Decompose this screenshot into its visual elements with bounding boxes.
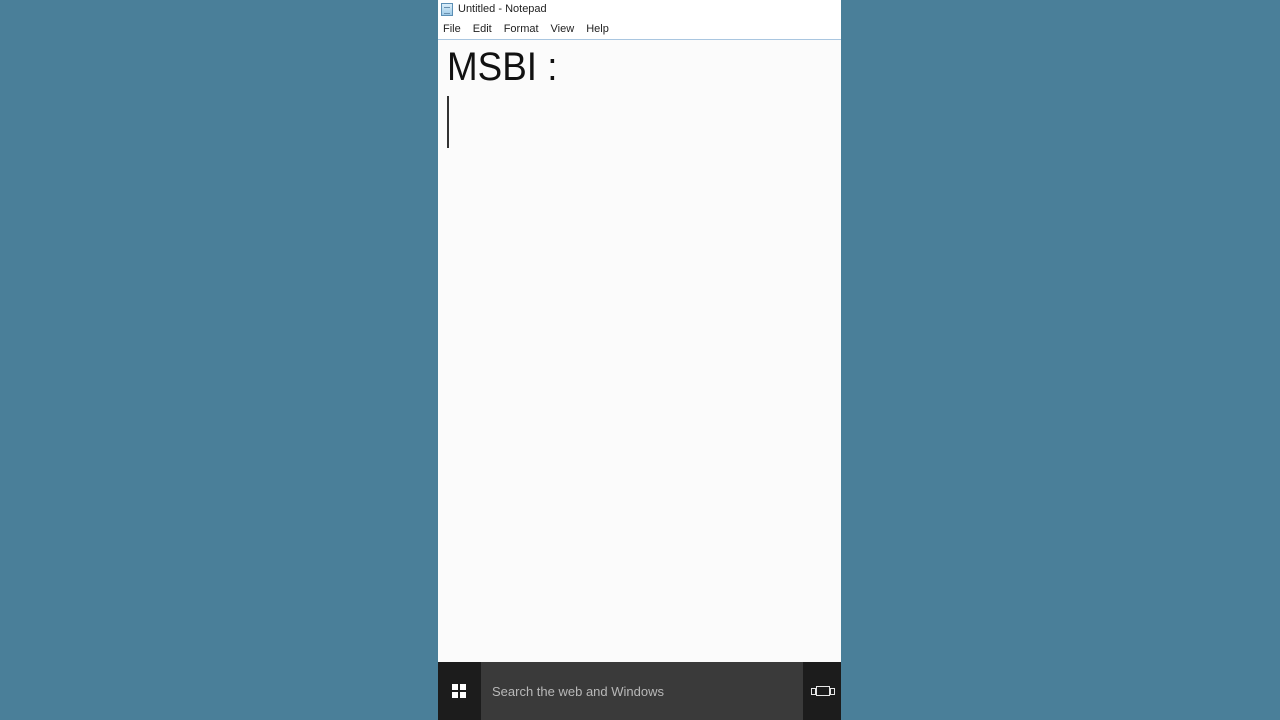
- menu-bar: File Edit Format View Help: [438, 18, 841, 40]
- menu-edit[interactable]: Edit: [467, 21, 498, 37]
- document-text: MSBI :: [447, 45, 558, 89]
- notepad-icon: [441, 2, 453, 16]
- window-title: Untitled - Notepad: [458, 3, 547, 15]
- title-bar[interactable]: Untitled - Notepad: [438, 0, 841, 18]
- text-editor-area[interactable]: MSBI :: [438, 40, 841, 662]
- windows-logo-icon: [452, 684, 466, 698]
- menu-format[interactable]: Format: [498, 21, 545, 37]
- task-view-icon: [810, 686, 835, 696]
- menu-help[interactable]: Help: [580, 21, 615, 37]
- taskbar-search-box[interactable]: Search the web and Windows: [481, 662, 803, 720]
- taskbar: Search the web and Windows: [438, 662, 841, 720]
- menu-file[interactable]: File: [438, 21, 467, 37]
- notepad-screen: Untitled - Notepad File Edit Format View…: [438, 0, 841, 720]
- menu-view[interactable]: View: [545, 21, 581, 37]
- start-button[interactable]: [438, 662, 480, 720]
- task-view-button[interactable]: [804, 662, 841, 720]
- search-placeholder: Search the web and Windows: [492, 683, 664, 699]
- text-caret: [447, 96, 449, 148]
